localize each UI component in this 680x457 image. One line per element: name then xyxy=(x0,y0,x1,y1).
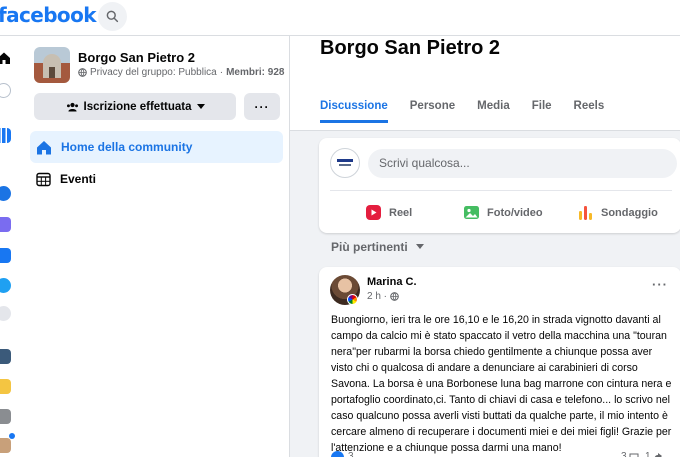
post-options-button[interactable]: ··· xyxy=(652,277,668,292)
group-header: Borgo San Pietro 2 Discussione Persone M… xyxy=(290,36,680,131)
tab-reels[interactable]: Reels xyxy=(574,98,605,123)
home-icon[interactable] xyxy=(0,51,11,65)
page-title: Borgo San Pietro 2 xyxy=(320,37,501,59)
messenger-icon[interactable] xyxy=(0,186,11,201)
photo-video-label: Foto/video xyxy=(487,206,543,219)
main-content: Borgo San Pietro 2 Discussione Persone M… xyxy=(290,36,680,457)
feed-sort-selector[interactable]: Più pertinenti xyxy=(331,240,424,254)
tab-discussion[interactable]: Discussione xyxy=(320,98,388,123)
members-icon xyxy=(66,102,78,111)
post-author[interactable]: Marina C. xyxy=(367,276,417,288)
search-button[interactable] xyxy=(98,2,127,31)
poll-icon xyxy=(579,206,592,220)
shortcut-rail xyxy=(0,36,24,457)
group-name[interactable]: Borgo San Pietro 2 xyxy=(78,50,195,65)
poll-button[interactable]: Sondaggio xyxy=(577,200,658,225)
globe-icon xyxy=(390,292,399,301)
reaction-count[interactable]: 3 xyxy=(348,451,354,457)
chart-icon[interactable] xyxy=(0,128,11,143)
caret-down-icon xyxy=(196,103,205,109)
group-meta: Privacy del gruppo: Pubblica · Membri: 9… xyxy=(78,67,284,78)
like-reaction-icon xyxy=(331,451,344,457)
notification-dot xyxy=(9,433,15,439)
sidebar-item-label: Eventi xyxy=(60,172,97,186)
reel-label: Reel xyxy=(389,206,413,219)
sidebar-item-community-home[interactable]: Home della community xyxy=(30,131,283,163)
group-thumb-2-icon[interactable] xyxy=(0,379,11,394)
feed-post: Marina C. 2 h · ··· Buongiorno, ieri tra… xyxy=(319,267,680,457)
tab-people[interactable]: Persone xyxy=(410,98,455,123)
apps-icon[interactable] xyxy=(0,306,11,321)
tab-files[interactable]: File xyxy=(532,98,552,123)
post-reactions-bar: 3 3 1 xyxy=(331,450,676,457)
composer-actions: Reel Foto/video Sondaggio xyxy=(319,200,680,225)
group-privacy: Privacy del gruppo: Pubblica xyxy=(90,67,217,78)
share-count[interactable]: 1 xyxy=(645,451,651,457)
group-cover-thumbnail[interactable] xyxy=(34,47,70,83)
search-icon xyxy=(106,10,119,23)
photo-video-button[interactable]: Foto/video xyxy=(463,200,543,225)
group-tabs: Discussione Persone Media File Reels xyxy=(320,98,626,123)
composer-divider xyxy=(330,190,672,191)
globe-icon xyxy=(78,68,87,77)
caret-down-icon xyxy=(415,244,424,249)
top-navigation-bar: facebook xyxy=(0,0,680,36)
post-timestamp[interactable]: 2 h · xyxy=(367,291,399,302)
calendar-icon xyxy=(36,172,51,186)
sort-label: Più pertinenti xyxy=(331,240,408,254)
profile-icon[interactable] xyxy=(0,83,11,98)
joined-button[interactable]: Iscrizione effettuata xyxy=(34,93,236,120)
home-icon xyxy=(37,140,51,154)
meta-separator: · xyxy=(219,67,224,78)
avatar-logo-icon xyxy=(337,159,353,166)
group-thumb-3-icon[interactable] xyxy=(0,409,11,424)
user-avatar[interactable] xyxy=(330,148,360,178)
comment-icon xyxy=(629,453,639,457)
pride-badge-icon xyxy=(347,294,358,305)
post-body: Buongiorno, ieri tra le ore 16,10 e le 1… xyxy=(331,314,672,454)
gaming-icon[interactable] xyxy=(0,278,11,293)
comment-count[interactable]: 3 xyxy=(621,451,627,457)
write-something-input[interactable]: Scrivi qualcosa... xyxy=(368,149,677,178)
facebook-group-page: facebook Borgo San Pietro 2 Privacy del … xyxy=(0,0,680,457)
group-thumb-4-icon[interactable] xyxy=(0,438,11,453)
joined-button-label: Iscrizione effettuata xyxy=(83,100,192,113)
video-icon[interactable] xyxy=(0,217,11,232)
more-options-button[interactable]: ··· xyxy=(244,93,280,120)
reels-icon[interactable] xyxy=(0,248,11,263)
facebook-logo[interactable]: facebook xyxy=(0,3,97,27)
tab-media[interactable]: Media xyxy=(477,98,510,123)
group-sidebar: Borgo San Pietro 2 Privacy del gruppo: P… xyxy=(24,36,290,457)
group-thumb-1-icon[interactable] xyxy=(0,349,11,364)
poll-label: Sondaggio xyxy=(601,206,658,219)
post-composer: Scrivi qualcosa... Reel Foto/video Sonda… xyxy=(319,138,680,233)
reel-button[interactable]: Reel xyxy=(365,200,412,225)
group-members[interactable]: Membri: 928 xyxy=(226,67,284,78)
photo-icon xyxy=(464,206,479,219)
sidebar-item-events[interactable]: Eventi xyxy=(30,163,283,195)
post-time-text: 2 h · xyxy=(367,291,388,302)
share-icon xyxy=(654,453,662,457)
reel-icon xyxy=(366,205,381,220)
sidebar-item-label: Home della community xyxy=(61,140,193,154)
building-door xyxy=(49,67,55,78)
